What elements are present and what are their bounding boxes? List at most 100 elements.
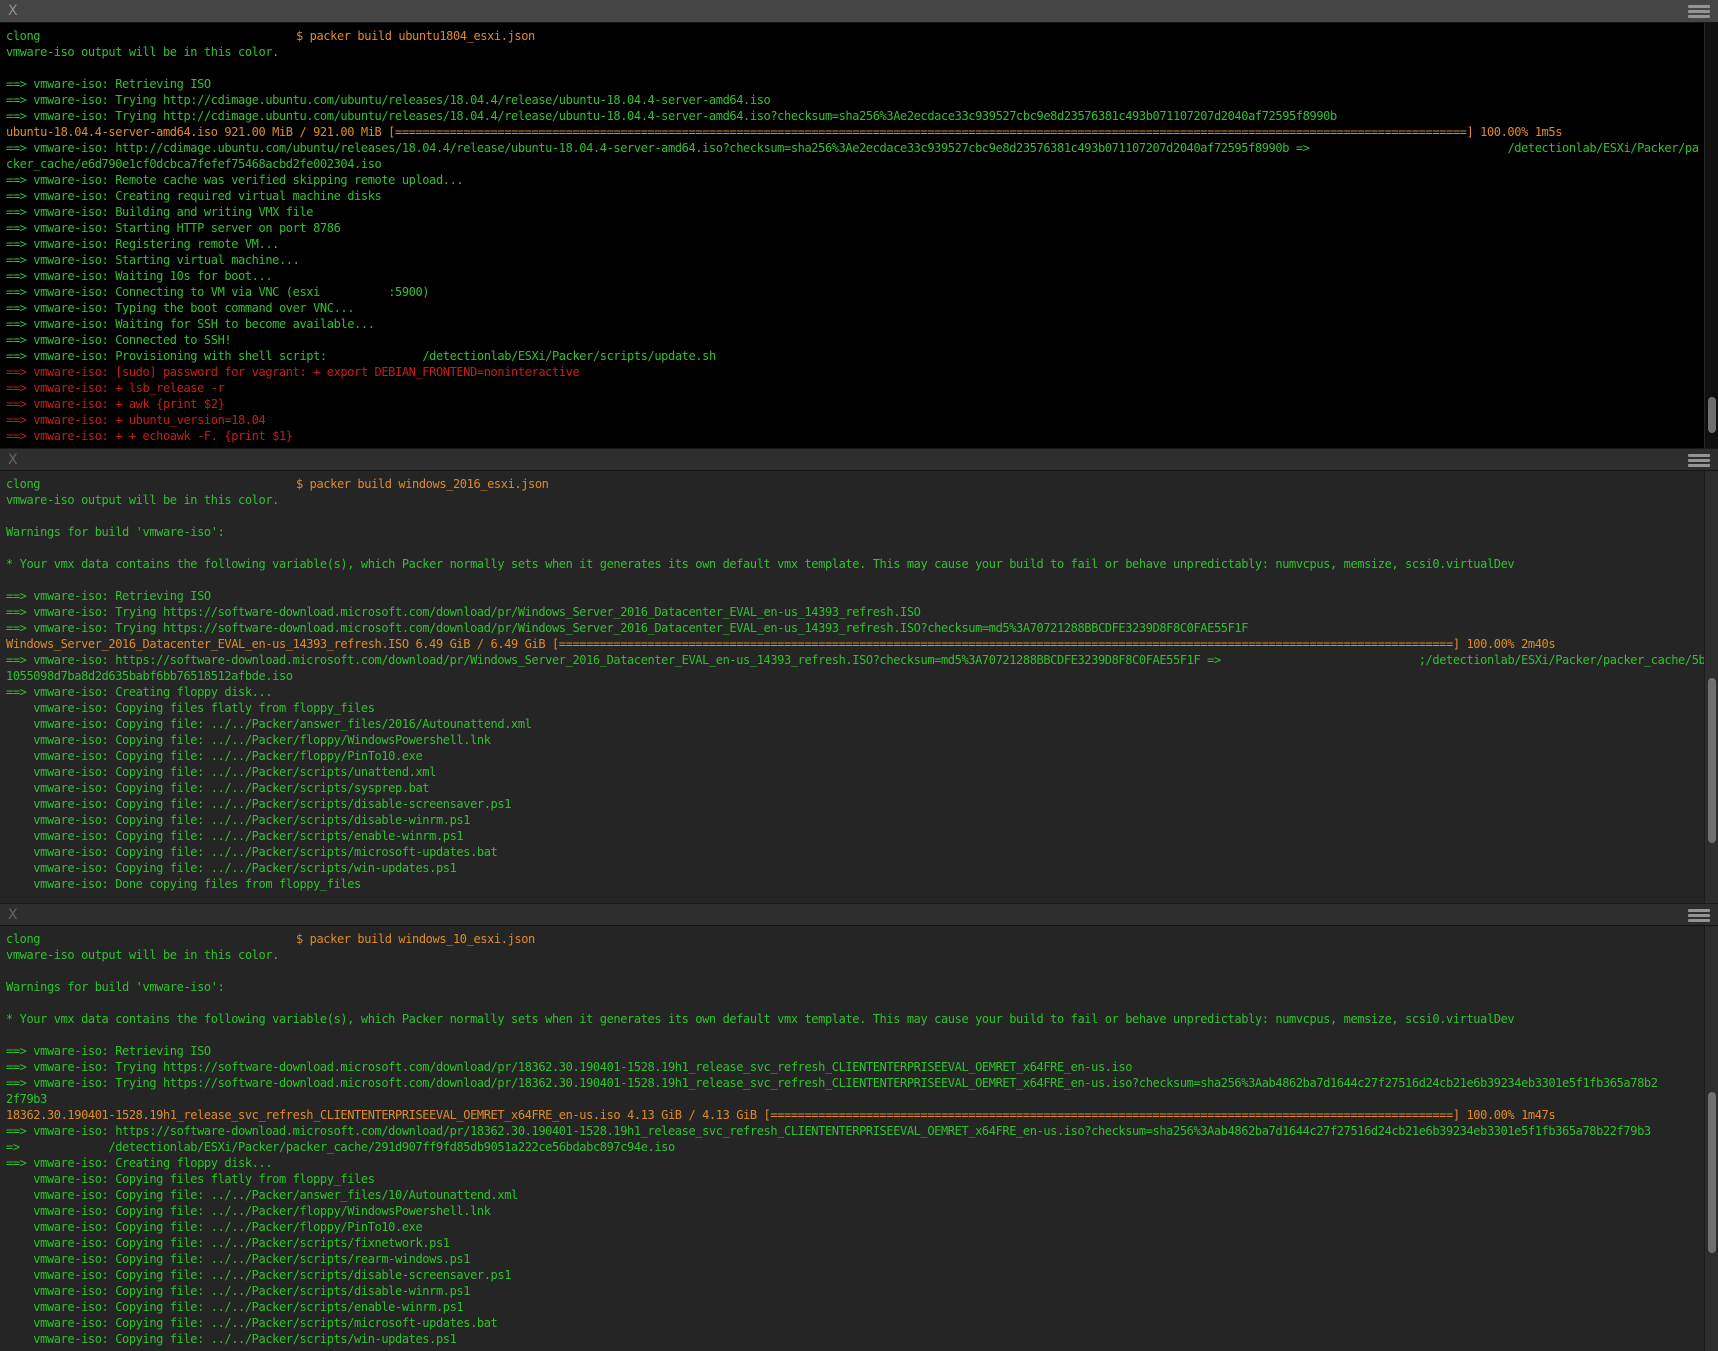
terminal-line: cker_cache/e6d790e1cf0dcbca7fefef75468ac… [6, 156, 1702, 172]
terminal-line: vmware-iso output will be in this color. [6, 947, 1702, 963]
terminal-line: vmware-iso: Copying file: ../../Packer/s… [6, 764, 1702, 780]
pane-title-bar: X [0, 903, 1718, 926]
terminal-line: vmware-iso: Copying file: ../../Packer/s… [6, 1315, 1702, 1331]
terminal-line: ==> vmware-iso: + + echoawk -F. {print $… [6, 428, 1702, 444]
terminal-line [6, 508, 1702, 524]
terminal-line: ==> vmware-iso: Registering remote VM... [6, 236, 1702, 252]
terminal-line: ==> vmware-iso: Trying https://software-… [6, 620, 1702, 636]
terminal-line: ==> vmware-iso: Trying https://software-… [6, 1059, 1702, 1075]
terminal-line: ==> vmware-iso: Creating floppy disk... [6, 684, 1702, 700]
terminal-pane-windows2016: X clong $ packer build windows_2016_esxi.… [0, 448, 1718, 903]
terminal-line: 1055098d7ba8d2d635babf6bb76518512afbde.i… [6, 668, 1702, 684]
download-progress-line: 18362.30.190401-1528.19h1_release_svc_re… [6, 1108, 1555, 1122]
terminal-line [6, 995, 1702, 1011]
terminal-line: ==> vmware-iso: Connected to SSH! [6, 332, 1702, 348]
close-icon[interactable]: X [8, 453, 18, 467]
terminal-line: ==> vmware-iso: Retrieving ISO [6, 588, 1702, 604]
terminal-line: ==> vmware-iso: Remote cache was verifie… [6, 172, 1702, 188]
terminal-line: ==> vmware-iso: https://software-downloa… [6, 1123, 1702, 1139]
terminal-line: vmware-iso: Copying file: ../../Packer/s… [6, 844, 1702, 860]
menu-icon[interactable] [1688, 909, 1710, 922]
terminal-line: vmware-iso: Copying file: ../../Packer/s… [6, 1235, 1702, 1251]
download-progress-line: ubuntu-18.04.4-server-amd64.iso 921.00 M… [6, 125, 1562, 139]
terminal-line: vmware-iso: Copying file: ../../Packer/s… [6, 796, 1702, 812]
terminal-line: Warnings for build 'vmware-iso': [6, 524, 1702, 540]
terminal-line: ==> vmware-iso: Trying http://cdimage.ub… [6, 108, 1702, 124]
terminal-line: => /detectionlab/ESXi/Packer/packer_cach… [6, 1139, 1702, 1155]
terminal-line [6, 540, 1702, 556]
terminal-line: vmware-iso: Copying file: ../../Packer/f… [6, 1203, 1702, 1219]
terminal-line: ==> vmware-iso: Starting virtual machine… [6, 252, 1702, 268]
terminal-line: vmware-iso: Copying file: ../../Packer/s… [6, 780, 1702, 796]
scrollbar-thumb[interactable] [1708, 678, 1716, 842]
terminal-line [6, 1027, 1702, 1043]
terminal-line: ==> vmware-iso: Retrieving ISO [6, 76, 1702, 92]
terminal-line: vmware-iso: Copying file: ../../Packer/s… [6, 1299, 1702, 1315]
terminal-line [6, 963, 1702, 979]
terminal-line: vmware-iso: Copying files flatly from fl… [6, 700, 1702, 716]
scrollbar-track[interactable] [1704, 471, 1718, 903]
terminal-line: vmware-iso: Copying file: ../../Packer/f… [6, 732, 1702, 748]
shell-command: $ packer build windows_10_esxi.json [296, 931, 535, 947]
shell-command: $ packer build ubuntu1804_esxi.json [296, 28, 535, 44]
pane-title-bar: X [0, 0, 1718, 23]
terminal-line: ==> vmware-iso: Provisioning with shell … [6, 348, 1702, 364]
terminal-line: vmware-iso output will be in this color. [6, 492, 1702, 508]
terminal-output: clong $ packer build ubuntu1804_esxi.json… [0, 23, 1704, 448]
scrollbar-track[interactable] [1704, 23, 1718, 448]
terminal-line: vmware-iso: Copying file: ../../Packer/s… [6, 1251, 1702, 1267]
download-progress-line: Windows_Server_2016_Datacenter_EVAL_en-u… [6, 637, 1555, 651]
scrollbar-thumb[interactable] [1708, 1092, 1716, 1254]
terminal-line: ==> vmware-iso: [sudo] password for vagr… [6, 364, 1702, 380]
terminal-pane-windows10: X clong $ packer build windows_10_esxi.js… [0, 903, 1718, 1351]
terminal-line: clong $ packer build windows_10_esxi.json [6, 931, 1702, 947]
terminal-line: vmware-iso: Copying files flatly from fl… [6, 1171, 1702, 1187]
terminal-line: ==> vmware-iso: Connecting to VM via VNC… [6, 284, 1702, 300]
terminal-line: ==> vmware-iso: Creating required virtua… [6, 188, 1702, 204]
terminal-line: ==> vmware-iso: Trying https://software-… [6, 604, 1702, 620]
terminal-line: ubuntu-18.04.4-server-amd64.iso 921.00 M… [6, 124, 1702, 140]
scrollbar-thumb[interactable] [1708, 397, 1716, 433]
terminal-line: vmware-iso: Copying file: ../../Packer/s… [6, 812, 1702, 828]
prompt-user: clong [6, 932, 40, 946]
terminal-line: ==> vmware-iso: http://cdimage.ubuntu.co… [6, 140, 1702, 156]
terminal-line: * Your vmx data contains the following v… [6, 1011, 1702, 1027]
terminal-line: vmware-iso: Copying file: ../../Packer/s… [6, 1283, 1702, 1299]
terminal-output: clong $ packer build windows_2016_esxi.js… [0, 471, 1704, 903]
terminal-line: vmware-iso: Copying file: ../../Packer/f… [6, 748, 1702, 764]
terminal-line: ==> vmware-iso: Typing the boot command … [6, 300, 1702, 316]
terminal-line: Warnings for build 'vmware-iso': [6, 979, 1702, 995]
terminal-line: 18362.30.190401-1528.19h1_release_svc_re… [6, 1107, 1702, 1123]
terminal-line: vmware-iso: Copying file: ../../Packer/a… [6, 1187, 1702, 1203]
terminal-line: vmware-iso: Copying file: ../../Packer/s… [6, 1267, 1702, 1283]
terminal-line: vmware-iso: Copying file: ../../Packer/f… [6, 1219, 1702, 1235]
terminal-line: ==> vmware-iso: Waiting 10s for boot... [6, 268, 1702, 284]
terminal-line: ==> vmware-iso: Trying https://software-… [6, 1075, 1702, 1091]
terminal-line [6, 572, 1702, 588]
menu-icon[interactable] [1688, 5, 1710, 18]
terminal-line: 2f79b3 [6, 1091, 1702, 1107]
menu-icon[interactable] [1688, 454, 1710, 467]
terminal-line: vmware-iso: Copying file: ../../Packer/s… [6, 828, 1702, 844]
terminal-line: clong $ packer build ubuntu1804_esxi.json [6, 28, 1702, 44]
prompt-user: clong [6, 477, 40, 491]
terminal-line: ==> vmware-iso: + awk {print $2} [6, 396, 1702, 412]
terminal-line: ==> vmware-iso: + ubuntu_version=18.04 [6, 412, 1702, 428]
pane-title-bar: X [0, 448, 1718, 471]
terminal-output: clong $ packer build windows_10_esxi.json… [0, 926, 1704, 1351]
terminal-line: Windows_Server_2016_Datacenter_EVAL_en-u… [6, 636, 1702, 652]
terminal-pane-ubuntu1804: X clong $ packer build ubuntu1804_esxi.js… [0, 0, 1718, 448]
terminal-line: ==> vmware-iso: Creating floppy disk... [6, 1155, 1702, 1171]
terminal-line: vmware-iso: Done copying files from flop… [6, 876, 1702, 892]
terminal-line: ==> vmware-iso: Starting HTTP server on … [6, 220, 1702, 236]
prompt-user: clong [6, 29, 40, 43]
terminal-line [6, 60, 1702, 76]
close-icon[interactable]: X [8, 908, 18, 922]
terminal-line: vmware-iso: Copying file: ../../Packer/s… [6, 1331, 1702, 1347]
close-icon[interactable]: X [8, 4, 18, 18]
terminal-line: * Your vmx data contains the following v… [6, 556, 1702, 572]
shell-command: $ packer build windows_2016_esxi.json [296, 476, 549, 492]
scrollbar-track[interactable] [1704, 926, 1718, 1351]
terminal-line: vmware-iso: Copying file: ../../Packer/a… [6, 716, 1702, 732]
terminal-line: ==> vmware-iso: + lsb_release -r [6, 380, 1702, 396]
